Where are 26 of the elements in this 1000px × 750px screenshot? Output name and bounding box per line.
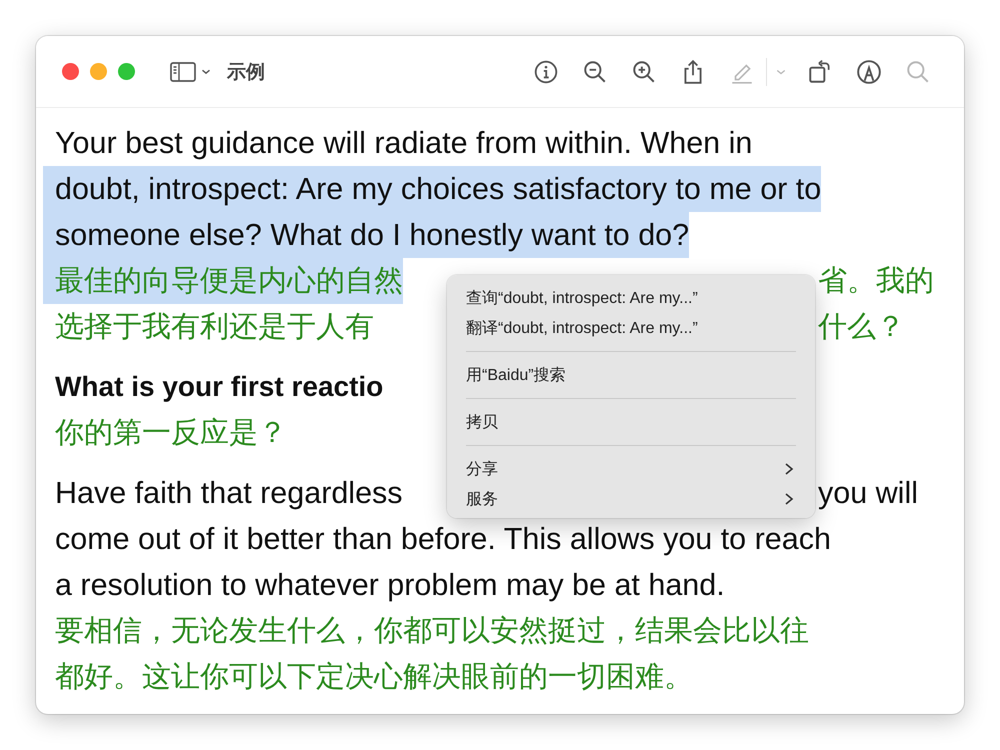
menu-item-label: 分享	[466, 460, 498, 480]
window-title: 示例	[227, 60, 265, 84]
close-button[interactable]	[62, 63, 79, 80]
menu-item-label: 服务	[466, 490, 498, 510]
text-line: 选择于我有利还是于人有	[55, 310, 374, 345]
menu-item[interactable]: 分享	[447, 454, 815, 484]
chevron-icon	[783, 462, 795, 476]
heading-text: What is your first reactio	[55, 371, 384, 403]
text-line: 你的第一反应是？	[55, 416, 287, 451]
text-line: come out of it better than before. This allows you to reach	[55, 522, 831, 556]
text-line: a resolution to whatever problem may be at hand.	[55, 568, 725, 602]
text-line: Have faith that regardless	[55, 476, 403, 510]
menu-item[interactable]: 用“Baidu”搜索	[447, 360, 815, 390]
text-line: 什么？	[818, 310, 905, 345]
menu-item[interactable]: 查询“doubt, introspect: Are my...”	[447, 283, 815, 313]
chevron-icon	[783, 492, 795, 506]
text-line: 都好。这让你可以下定决心解决眼前的一切困难。	[55, 660, 693, 695]
text-line: Your best guidance will radiate from within. When in	[55, 126, 752, 160]
text-line: 要相信，无论发生什么，你都可以安然挺过，结果会比以往	[55, 614, 809, 649]
text-line: 省。我的	[818, 264, 934, 299]
menu-item[interactable]: 服务	[447, 484, 815, 514]
sidebar-toggle-button[interactable]	[169, 60, 213, 84]
menu-item[interactable]: 翻译“doubt, introspect: Are my...”	[447, 313, 815, 343]
menu-item[interactable]: 拷贝	[447, 407, 815, 437]
text-line: you will	[818, 476, 918, 510]
sidebar-icon	[169, 60, 197, 84]
